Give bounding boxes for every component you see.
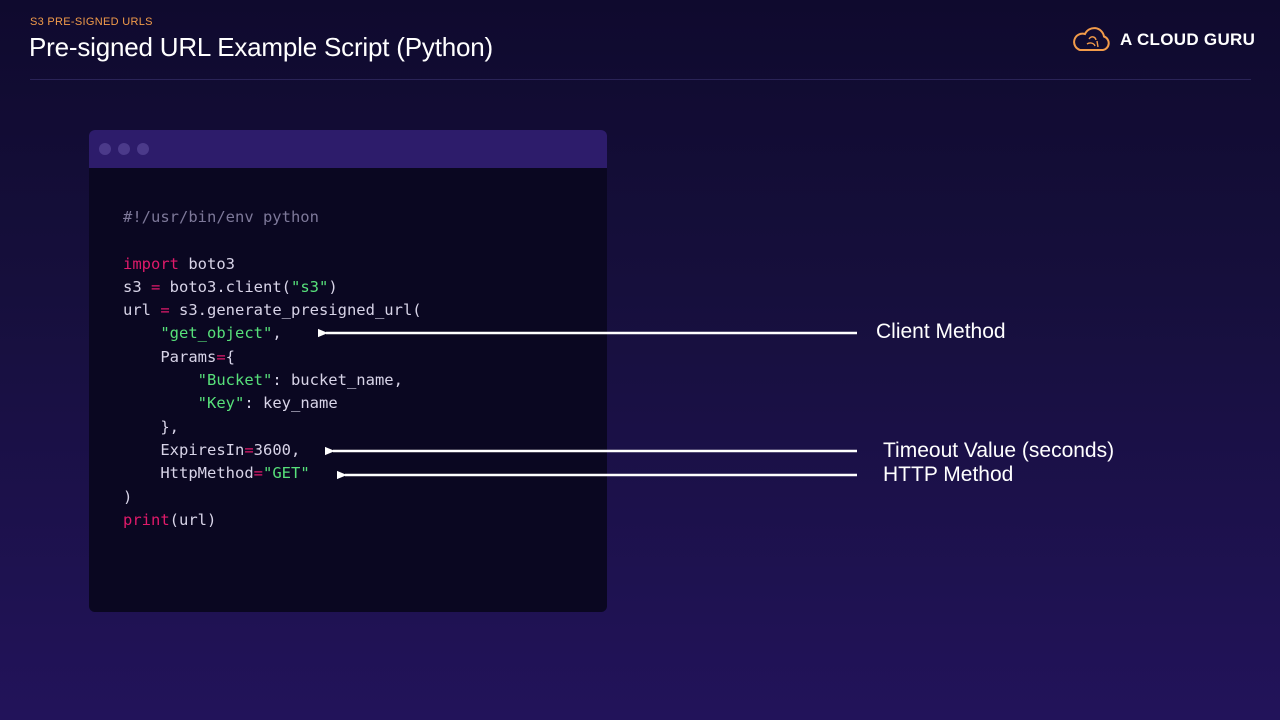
timeout-value-label: Timeout Value (seconds) [883,439,1115,462]
client-method-label: Client Method [876,320,1006,343]
http-method-label: HTTP Method [883,463,1014,486]
annotation-arrows [0,0,857,720]
